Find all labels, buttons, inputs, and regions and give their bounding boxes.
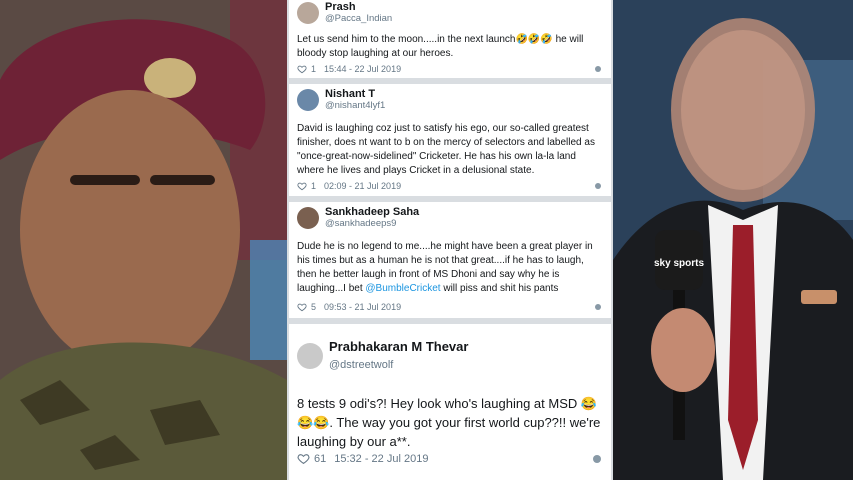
tweet-text: Dude he is no legend to me....he might h…: [297, 240, 603, 296]
avatar: [297, 2, 319, 24]
tweet-timestamp[interactable]: 09:53 - 21 Jul 2019: [324, 302, 401, 312]
avatar: [297, 89, 319, 111]
author-name[interactable]: Sankhadeep Saha: [325, 206, 419, 218]
tweet-card: Sankhadeep Saha @sankhadeeps9 Dude he is…: [289, 202, 611, 318]
tweet-text-part: will piss and shit his pants: [440, 283, 559, 294]
tweet-timestamp[interactable]: 02:09 - 21 Jul 2019: [324, 181, 401, 191]
author-handle[interactable]: @sankhadeeps9: [325, 218, 419, 230]
author-name[interactable]: Prash: [325, 1, 392, 13]
like-count: 5: [311, 302, 317, 312]
tweets-column: Prash @Pacca_Indian Let us send him to t…: [287, 0, 613, 480]
commentator-illustration: sky sports: [613, 0, 853, 480]
avatar: [297, 207, 319, 229]
like-count: 61: [314, 452, 327, 465]
mention-link[interactable]: @BumbleCricket: [365, 283, 440, 294]
soldier-illustration: [0, 0, 287, 480]
like-count: 1: [311, 64, 317, 74]
info-icon[interactable]: [595, 304, 601, 310]
commentator-photo: sky sports: [613, 0, 853, 480]
author-handle[interactable]: @nishant4lyf1: [325, 100, 385, 112]
info-icon[interactable]: [595, 66, 601, 72]
tweet-text: Let us send him to the moon.....in the n…: [297, 34, 584, 59]
author-handle[interactable]: @dstreetwolf: [329, 356, 468, 374]
heart-icon[interactable]: [297, 452, 310, 465]
author-handle[interactable]: @Pacca_Indian: [325, 13, 392, 25]
soldier-photo: [0, 0, 287, 480]
tweet-card: Prash @Pacca_Indian Let us send him to t…: [289, 0, 611, 78]
tweet-timestamp[interactable]: 15:32 - 22 Jul 2019: [334, 453, 428, 465]
author-name[interactable]: Nishant T: [325, 88, 385, 100]
avatar: [297, 343, 323, 369]
tweet-text: 8 tests 9 odi's?! Hey look who's laughin…: [297, 396, 601, 449]
info-icon[interactable]: [595, 183, 601, 189]
tweet-timestamp[interactable]: 15:44 - 22 Jul 2019: [324, 64, 401, 74]
heart-icon[interactable]: [297, 181, 307, 191]
heart-icon[interactable]: [297, 64, 307, 74]
author-name[interactable]: Prabhakaran M Thevar: [329, 338, 468, 356]
info-icon[interactable]: [593, 454, 601, 463]
heart-icon[interactable]: [297, 302, 307, 312]
tweet-text: David is laughing coz just to satisfy hi…: [297, 123, 595, 176]
sky-sports-logo: sky sports: [654, 258, 704, 269]
tweet-card: Nishant T @nishant4lyf1 David is laughin…: [289, 84, 611, 196]
like-count: 1: [311, 181, 317, 191]
tweet-card: Prabhakaran M Thevar @dstreetwolf 8 test…: [289, 324, 611, 480]
